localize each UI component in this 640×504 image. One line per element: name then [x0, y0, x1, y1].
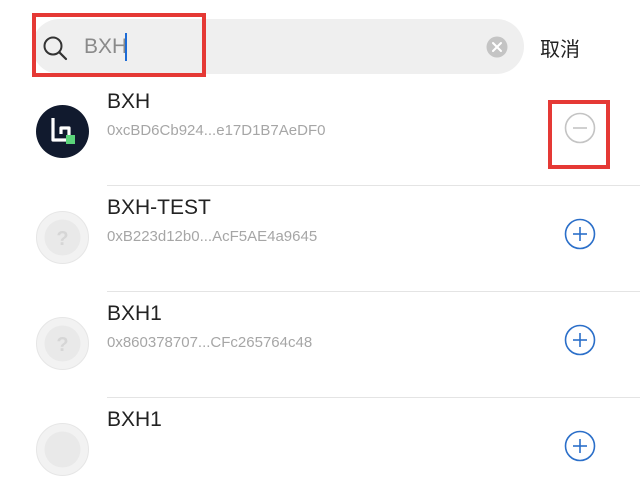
token-name: BXH-TEST	[107, 196, 211, 219]
cancel-button[interactable]: 取消	[540, 33, 580, 62]
token-address: 0xcBD6Cb924...e17D1B7AeDF0	[107, 122, 326, 139]
add-token-icon[interactable]	[564, 324, 596, 356]
svg-text:?: ?	[56, 334, 68, 356]
token-name: BXH1	[107, 408, 162, 431]
add-token-icon[interactable]	[564, 430, 596, 462]
unknown-token-icon: ?	[36, 317, 89, 370]
add-token-icon[interactable]	[564, 218, 596, 250]
unknown-token-icon	[36, 423, 89, 476]
token-address: 0x860378707...CFc265764c48	[107, 334, 313, 351]
search-highlight-box	[32, 13, 206, 77]
token-row: BXH1	[0, 398, 640, 504]
unknown-token-icon: ?	[36, 211, 89, 264]
clear-icon[interactable]	[486, 36, 508, 58]
token-address: 0xB223d12b0...AcF5AE4a9645	[107, 228, 318, 245]
token-row: BXH 0xcBD6Cb924...e17D1B7AeDF0	[0, 80, 640, 186]
bxh-logo	[36, 105, 89, 158]
token-row: ? BXH-TEST 0xB223d12b0...AcF5AE4a9645	[0, 186, 640, 292]
remove-highlight-box	[548, 100, 610, 169]
token-name: BXH1	[107, 302, 162, 325]
token-name: BXH	[107, 90, 151, 113]
svg-text:?: ?	[56, 228, 68, 250]
token-row: ? BXH1 0x860378707...CFc265764c48	[0, 292, 640, 398]
